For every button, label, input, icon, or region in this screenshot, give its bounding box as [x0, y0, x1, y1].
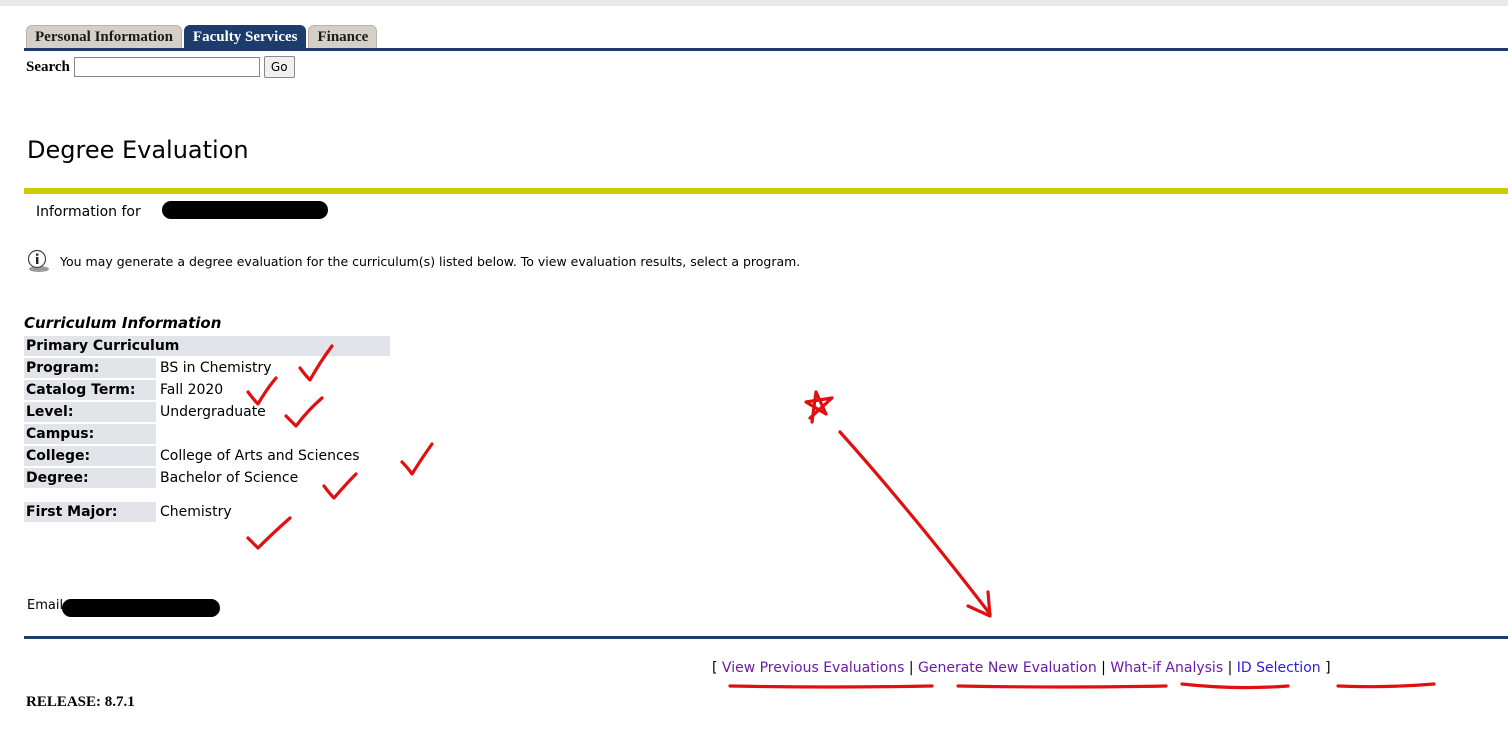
- information-for: Information for: [36, 204, 141, 220]
- primary-curriculum-header: Primary Curriculum: [24, 336, 390, 356]
- tab-personal-information[interactable]: Personal Information: [26, 25, 182, 48]
- level-label: Level:: [24, 402, 156, 422]
- campus-label: Campus:: [24, 424, 156, 444]
- first-major-label: First Major:: [24, 502, 156, 522]
- link-separator: |: [1227, 660, 1233, 676]
- table-row: Primary Curriculum: [24, 336, 390, 356]
- level-value: Undergraduate: [158, 402, 390, 422]
- info-icon: [24, 249, 54, 273]
- table-row: Campus:: [24, 424, 390, 444]
- spacer-row: [24, 490, 390, 500]
- program-label: Program:: [24, 358, 156, 378]
- generate-new-evaluation-link[interactable]: Generate New Evaluation: [918, 660, 1097, 676]
- evaluation-links: [ View Previous Evaluations | Generate N…: [712, 660, 1331, 676]
- id-selection-link[interactable]: ID Selection: [1237, 660, 1321, 676]
- search-label: Search: [26, 58, 70, 75]
- table-row: Program: BS in Chemistry: [24, 358, 390, 378]
- information-for-label: Information for: [36, 204, 141, 220]
- info-message: You may generate a degree evaluation for…: [24, 249, 800, 273]
- curriculum-caption: Curriculum Information: [24, 314, 222, 332]
- table-row: Level: Undergraduate: [24, 402, 390, 422]
- email-label: Email: [27, 598, 64, 613]
- curriculum-information: Curriculum Information Primary Curriculu…: [24, 314, 392, 524]
- title-divider: [24, 188, 1508, 194]
- go-button[interactable]: Go: [263, 56, 295, 78]
- view-previous-evaluations-link[interactable]: View Previous Evaluations: [722, 660, 904, 676]
- table-row: Catalog Term: Fall 2020: [24, 380, 390, 400]
- bracket-close: ]: [1325, 660, 1331, 676]
- tab-finance[interactable]: Finance: [308, 25, 378, 48]
- catalog-term-value: Fall 2020: [158, 380, 390, 400]
- what-if-analysis-link[interactable]: What-if Analysis: [1110, 660, 1223, 676]
- program-value: BS in Chemistry: [158, 358, 390, 378]
- tab-underline: [24, 48, 1508, 51]
- table-row: College: College of Arts and Sciences: [24, 446, 390, 466]
- degree-value: Bachelor of Science: [158, 468, 390, 488]
- tab-bar: Personal Information Faculty Services Fi…: [26, 22, 379, 48]
- email: Email: [27, 598, 63, 613]
- college-value: College of Arts and Sciences: [158, 446, 390, 466]
- release-version: RELEASE: 8.7.1: [26, 694, 135, 710]
- bracket-open: [: [712, 660, 718, 676]
- link-separator: |: [908, 660, 914, 676]
- college-label: College:: [24, 446, 156, 466]
- first-major-value: Chemistry: [158, 502, 390, 522]
- search-input[interactable]: [73, 57, 260, 77]
- redacted-email: [62, 599, 220, 617]
- footer-divider: [24, 636, 1508, 639]
- link-separator: |: [1101, 660, 1106, 676]
- page-title: Degree Evaluation: [27, 136, 249, 164]
- search-row: Search Go: [26, 56, 295, 78]
- tab-faculty-services[interactable]: Faculty Services: [183, 25, 307, 48]
- table-row: First Major: Chemistry: [24, 502, 390, 522]
- redacted-name: [162, 201, 328, 219]
- degree-label: Degree:: [24, 468, 156, 488]
- table-row: Degree: Bachelor of Science: [24, 468, 390, 488]
- curriculum-table: Primary Curriculum Program: BS in Chemis…: [22, 334, 392, 524]
- info-message-text: You may generate a degree evaluation for…: [60, 253, 801, 269]
- catalog-term-label: Catalog Term:: [24, 380, 156, 400]
- campus-value: [158, 424, 390, 444]
